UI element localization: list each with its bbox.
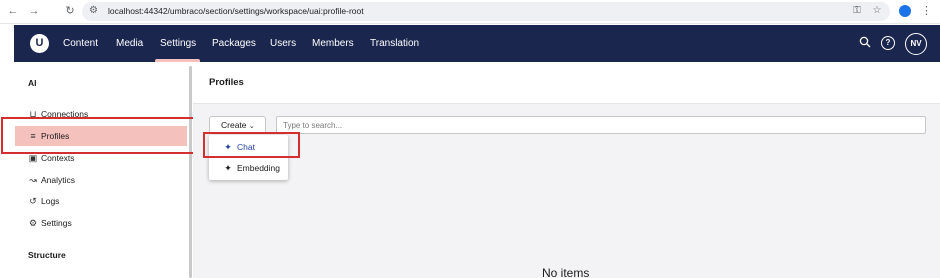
create-menu-item-embedding[interactable]: ✦ Embedding bbox=[209, 158, 288, 178]
sidebar-item-label: Analytics bbox=[41, 175, 76, 185]
gear-icon: ⚙ bbox=[28, 218, 38, 228]
create-button-label: Create bbox=[221, 120, 247, 130]
back-icon[interactable]: ← bbox=[6, 4, 20, 18]
sidebar-structure-title: Structure bbox=[28, 250, 66, 260]
create-menu-item-label: Embedding bbox=[237, 163, 281, 173]
highlight-box-chat bbox=[203, 132, 300, 158]
nav-users[interactable]: Users bbox=[270, 38, 296, 49]
nav-settings[interactable]: Settings bbox=[160, 38, 196, 49]
nav-members[interactable]: Members bbox=[312, 38, 354, 49]
nav-packages[interactable]: Packages bbox=[212, 38, 256, 49]
avatar[interactable]: NV bbox=[905, 33, 927, 55]
browser-toolbar: ← → ↻ ⚙ localhost:44342/umbraco/section/… bbox=[0, 0, 940, 24]
star-icon[interactable]: ☆ bbox=[870, 4, 884, 18]
sidebar-item-label: Contexts bbox=[41, 153, 75, 163]
chart-icon: ↝ bbox=[29, 175, 37, 185]
sidebar-item-label: Settings bbox=[41, 218, 72, 228]
page-title: Profiles bbox=[209, 77, 244, 88]
sidebar-scrollbar[interactable] bbox=[189, 66, 192, 278]
reload-icon[interactable]: ↻ bbox=[63, 4, 77, 18]
site-info-icon[interactable]: ⚙ bbox=[89, 5, 100, 16]
umbraco-logo-icon[interactable]: U bbox=[30, 34, 49, 53]
chevron-down-icon: ⌄ bbox=[248, 123, 255, 130]
history-icon: ↺ bbox=[29, 196, 37, 206]
context-icon: ▣ bbox=[28, 153, 38, 163]
url-text[interactable]: localhost:44342/umbraco/section/settings… bbox=[108, 6, 364, 16]
nav-content[interactable]: Content bbox=[63, 38, 98, 49]
forward-icon[interactable]: → bbox=[27, 4, 41, 18]
help-icon[interactable]: ? bbox=[881, 36, 895, 50]
app-header: U Content Media Settings Packages Users … bbox=[14, 25, 940, 62]
nav-media[interactable]: Media bbox=[116, 38, 143, 49]
search-input[interactable] bbox=[276, 116, 926, 134]
highlight-box-profiles bbox=[1, 117, 197, 154]
wand-icon: ✦ bbox=[224, 163, 232, 173]
search-icon[interactable] bbox=[858, 36, 872, 50]
workspace-header bbox=[193, 62, 940, 104]
browser-menu-icon[interactable]: ⋮ bbox=[921, 4, 932, 18]
sidebar-item-settings[interactable]: ⚙ Settings bbox=[15, 213, 187, 233]
key-icon[interactable]: ⚿ bbox=[850, 4, 864, 18]
sidebar-section-title: AI bbox=[28, 78, 37, 88]
nav-translation[interactable]: Translation bbox=[370, 38, 419, 49]
empty-state-text: No items bbox=[542, 266, 590, 278]
sidebar-item-analytics[interactable]: ↝ Analytics bbox=[15, 170, 187, 190]
sidebar-item-logs[interactable]: ↺ Logs bbox=[15, 191, 187, 211]
browser-profile-icon[interactable] bbox=[899, 5, 911, 17]
sidebar-item-label: Logs bbox=[41, 196, 60, 206]
